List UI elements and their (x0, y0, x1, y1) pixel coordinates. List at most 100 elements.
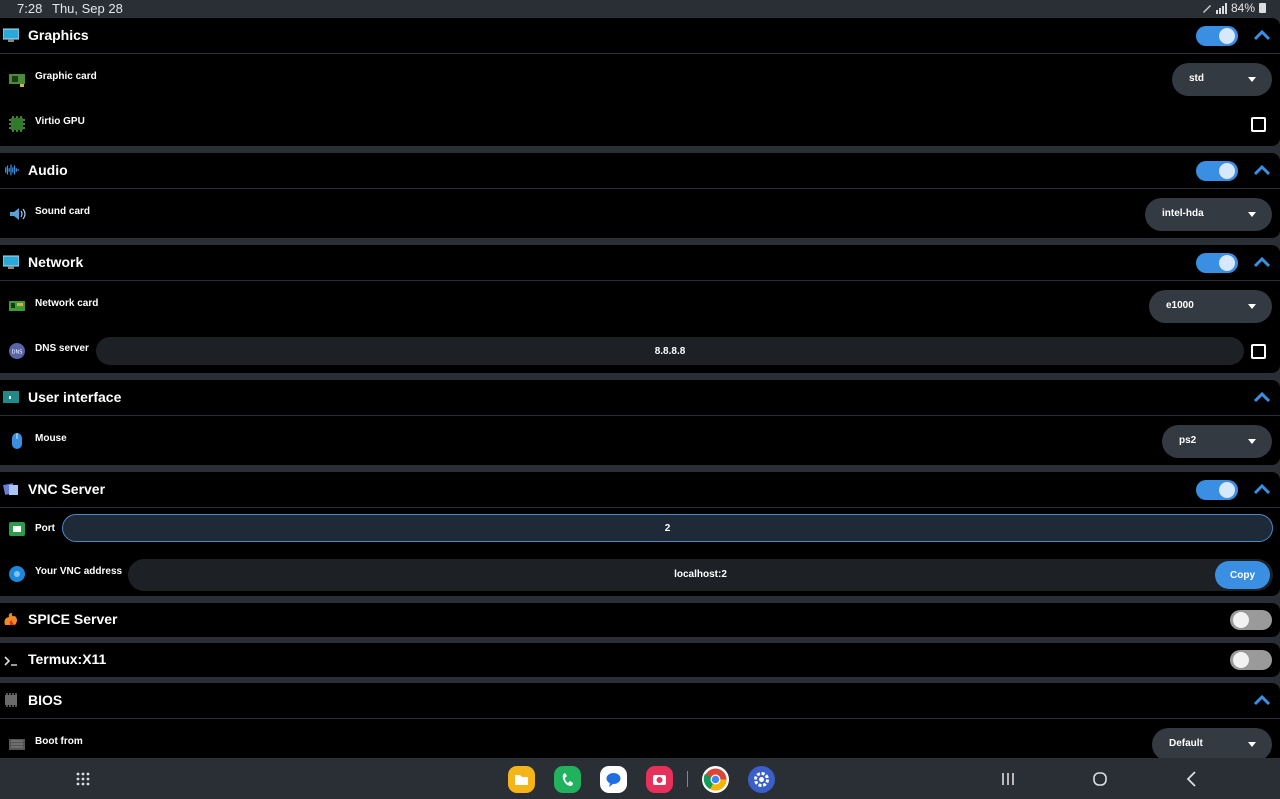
bios-section: BIOS Boot from Default (0, 683, 1280, 758)
sound-card-dropdown[interactable]: intel-hda (1145, 198, 1272, 231)
bios-header[interactable]: BIOS (0, 683, 1280, 719)
virtio-gpu-checkbox[interactable] (1251, 117, 1266, 132)
battery-icon (1259, 3, 1266, 13)
chip-icon (9, 116, 25, 132)
sound-card-row: Sound card intel-hda (0, 192, 1280, 236)
audio-toggle[interactable] (1196, 161, 1238, 181)
chevron-up-icon[interactable] (1252, 254, 1272, 270)
graphics-toggle[interactable] (1196, 26, 1238, 46)
vnc-address-label: Your VNC address (35, 566, 123, 577)
termux-x11-title: Termux:X11 (28, 651, 107, 667)
caret-down-icon (1248, 304, 1256, 309)
sound-card-value: intel-hda (1162, 208, 1204, 219)
ethernet-port-icon (9, 522, 25, 536)
spice-icon (4, 613, 17, 625)
virtio-gpu-label: Virtio GPU (35, 116, 85, 127)
caret-down-icon (1248, 77, 1256, 82)
chip-icon (5, 693, 17, 707)
svg-text:DNS: DNS (12, 350, 23, 356)
spice-server-title: SPICE Server (28, 611, 118, 627)
caret-down-icon (1248, 212, 1256, 217)
home-icon[interactable] (1090, 769, 1110, 789)
mouse-row: Mouse ps2 (0, 419, 1280, 463)
vnc-address-field: localhost:2 Copy (128, 559, 1273, 591)
chevron-up-icon[interactable] (1252, 389, 1272, 405)
dns-server-label: DNS server (35, 343, 89, 354)
caret-down-icon (1248, 439, 1256, 444)
pen-icon (1202, 5, 1211, 13)
chevron-up-icon[interactable] (1252, 27, 1272, 43)
status-date: Thu, Sep 28 (52, 1, 123, 16)
mouse-value: ps2 (1179, 435, 1197, 446)
phone-app-icon[interactable] (554, 766, 581, 793)
port-input[interactable]: 2 (62, 514, 1273, 542)
settings-list[interactable]: Graphics Graphic card std Virtio GPU Aud… (0, 18, 1280, 758)
drive-icon (9, 739, 25, 750)
network-card-dropdown[interactable]: e1000 (1149, 290, 1272, 323)
dns-server-checkbox[interactable] (1251, 344, 1266, 359)
camera-app-icon[interactable] (646, 766, 673, 793)
monitor-icon (3, 255, 19, 269)
mouse-dropdown[interactable]: ps2 (1162, 425, 1272, 458)
vnc-server-toggle[interactable] (1196, 480, 1238, 500)
network-card-value: e1000 (1166, 300, 1194, 311)
boot-from-value: Default (1169, 738, 1203, 749)
chevron-up-icon[interactable] (1252, 162, 1272, 178)
navigation-bar (0, 759, 1280, 799)
graphic-card-label: Graphic card (35, 71, 97, 82)
network-card-row: Network card e1000 (0, 284, 1280, 328)
vnc-icon (3, 483, 18, 495)
user-interface-header[interactable]: User interface (0, 380, 1280, 416)
status-bar: 7:28 Thu, Sep 28 84% (0, 0, 1280, 17)
recent-apps-icon[interactable] (998, 769, 1018, 789)
status-indicators: 84% (1202, 1, 1266, 15)
graphic-card-row: Graphic card std (0, 57, 1280, 101)
termux-x11-header[interactable]: Termux:X11 (0, 643, 1280, 677)
termux-x11-toggle[interactable] (1230, 650, 1272, 670)
spice-server-toggle[interactable] (1230, 610, 1272, 630)
files-app-icon[interactable] (508, 766, 535, 793)
signal-icon (1215, 2, 1227, 14)
vnc-address-value: localhost:2 (674, 569, 727, 580)
port-row: Port 2 (0, 508, 1280, 552)
boot-from-row: Boot from Default (0, 722, 1280, 758)
audio-header[interactable]: Audio (0, 153, 1280, 189)
speaker-icon (10, 208, 26, 220)
graphics-header[interactable]: Graphics (0, 18, 1280, 54)
boot-from-dropdown[interactable]: Default (1152, 728, 1272, 758)
window-icon (3, 391, 19, 403)
messages-app-icon[interactable] (600, 766, 627, 793)
waveform-icon (5, 164, 19, 176)
graphic-card-dropdown[interactable]: std (1172, 63, 1272, 96)
dns-server-input[interactable]: 8.8.8.8 (96, 337, 1244, 365)
dns-icon: DNS (9, 343, 25, 359)
graphic-card-value: std (1189, 73, 1204, 84)
dock-separator (687, 771, 688, 787)
virtio-gpu-row: Virtio GPU (0, 102, 1280, 146)
mouse-icon (12, 433, 22, 449)
chrome-app-icon[interactable] (702, 766, 729, 793)
chevron-up-icon[interactable] (1252, 692, 1272, 708)
spice-server-header[interactable]: SPICE Server (0, 603, 1280, 637)
port-label: Port (35, 523, 55, 534)
settings-app-icon[interactable] (748, 766, 775, 793)
network-section: Network Network card e1000 DNS DNS serve… (0, 245, 1280, 373)
copy-button[interactable]: Copy (1215, 561, 1270, 589)
audio-title: Audio (28, 162, 68, 178)
network-title: Network (28, 254, 84, 270)
network-card-icon (9, 301, 25, 311)
network-header[interactable]: Network (0, 245, 1280, 281)
graphics-section: Graphics Graphic card std Virtio GPU (0, 18, 1280, 146)
sound-card-label: Sound card (35, 206, 91, 217)
boot-from-label: Boot from (35, 736, 83, 747)
bios-title: BIOS (28, 692, 63, 708)
gpu-card-icon (9, 74, 25, 87)
status-time: 7:28 (17, 1, 43, 16)
chevron-up-icon[interactable] (1252, 481, 1272, 497)
app-drawer-icon[interactable] (75, 771, 91, 787)
back-icon[interactable] (1182, 769, 1202, 789)
vnc-server-header[interactable]: VNC Server (0, 472, 1280, 508)
vnc-server-title: VNC Server (28, 481, 106, 497)
network-toggle[interactable] (1196, 253, 1238, 273)
termux-x11-section: Termux:X11 (0, 643, 1280, 677)
